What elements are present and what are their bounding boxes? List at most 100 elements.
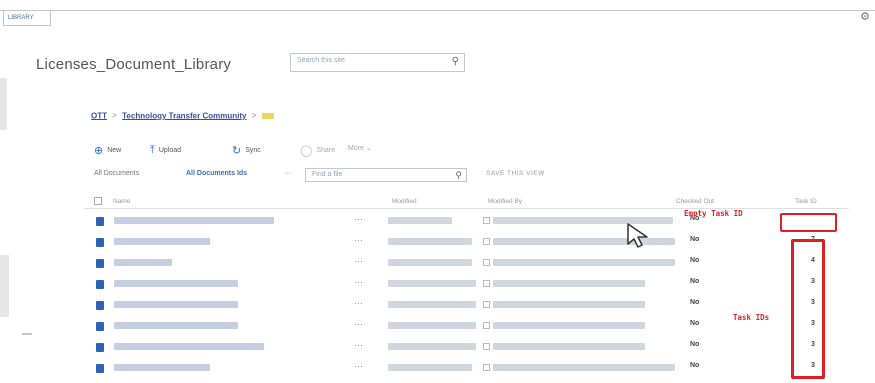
search-icon[interactable]: ⚲ xyxy=(455,170,462,181)
presence-icon xyxy=(483,280,490,287)
checked-out-value: No xyxy=(690,299,700,306)
more-views-button[interactable]: ··· xyxy=(284,170,291,177)
modified-by[interactable] xyxy=(493,280,645,287)
checked-out-value: No xyxy=(690,341,700,348)
column-header-name[interactable]: Name xyxy=(113,198,130,205)
table-row[interactable]: ··· No 3 xyxy=(84,316,844,338)
share-icon: ◯ xyxy=(300,145,313,157)
presence-icon xyxy=(483,217,490,224)
breadcrumb-current xyxy=(261,112,274,119)
ellipsis-menu[interactable]: ··· xyxy=(354,298,363,308)
find-file-input[interactable]: Find a file ⚲ xyxy=(305,168,467,182)
breadcrumb-ott[interactable]: OTT xyxy=(91,111,107,120)
file-name[interactable] xyxy=(114,217,274,224)
more-button[interactable]: More ⌄ xyxy=(348,144,372,152)
modified-by[interactable] xyxy=(493,322,645,329)
share-label: Share xyxy=(316,147,335,154)
left-panel-edge xyxy=(0,255,9,317)
upload-button[interactable]: ⤒ Upload xyxy=(150,144,181,157)
table-row[interactable]: ··· No 3 xyxy=(84,337,844,359)
modified-date xyxy=(388,322,476,329)
ellipsis-menu[interactable]: ··· xyxy=(354,277,363,287)
modified-by[interactable] xyxy=(493,259,675,266)
checked-out-value: No xyxy=(690,257,700,264)
ellipsis-menu[interactable]: ··· xyxy=(354,214,363,224)
annotation-empty-task-id: Empty Task ID xyxy=(684,209,743,218)
modified-date xyxy=(388,343,476,350)
file-name[interactable] xyxy=(114,280,238,287)
select-all-checkbox[interactable] xyxy=(94,197,102,205)
column-header-modified[interactable]: Modified xyxy=(392,198,417,205)
file-name[interactable] xyxy=(114,343,264,350)
file-name[interactable] xyxy=(114,238,210,245)
sync-icon: ↻ xyxy=(232,145,242,157)
presence-icon xyxy=(483,322,490,329)
file-name[interactable] xyxy=(114,364,210,371)
save-view-link[interactable]: SAVE THIS VIEW xyxy=(486,170,545,177)
more-label: More ⌄ xyxy=(348,145,372,152)
presence-icon xyxy=(483,259,490,266)
word-file-icon xyxy=(96,217,104,226)
settings-icon[interactable]: ⚙ xyxy=(859,11,871,23)
ellipsis-menu[interactable]: ··· xyxy=(354,361,363,371)
annotation-box-task-ids xyxy=(791,239,825,379)
ellipsis-menu[interactable]: ··· xyxy=(354,340,363,350)
site-search-input[interactable]: Search this site ⚲ xyxy=(290,53,465,72)
breadcrumb-separator: > xyxy=(251,111,257,121)
mouse-cursor-icon xyxy=(627,223,648,248)
search-icon[interactable]: ⚲ xyxy=(452,56,459,67)
sync-label: Sync xyxy=(245,147,261,154)
table-row[interactable]: ··· No 4 xyxy=(84,253,844,275)
presence-icon xyxy=(483,301,490,308)
table-row[interactable]: ··· No 3 xyxy=(84,274,844,296)
word-file-icon xyxy=(96,364,104,373)
presence-icon xyxy=(483,238,490,245)
modified-date xyxy=(388,364,472,371)
modified-date xyxy=(388,259,472,266)
table-row[interactable]: ··· No 7 xyxy=(84,232,844,254)
annotation-box-empty xyxy=(780,213,837,232)
word-file-icon xyxy=(96,259,104,268)
breadcrumb-separator: > xyxy=(112,111,117,121)
new-button[interactable]: ⊕ New xyxy=(94,144,121,157)
sync-button[interactable]: ↻ Sync xyxy=(232,144,261,157)
tab-library[interactable]: LIBRARY xyxy=(3,11,51,26)
ellipsis-menu[interactable]: ··· xyxy=(354,319,363,329)
word-file-icon xyxy=(96,343,104,352)
checked-out-value: No xyxy=(690,278,700,285)
column-header-modified-by[interactable]: Modified By xyxy=(488,198,522,205)
file-name[interactable] xyxy=(114,301,238,308)
view-all-documents-ids[interactable]: All Documents Ids xyxy=(186,170,247,177)
modified-by[interactable] xyxy=(493,343,645,350)
checked-out-value: No xyxy=(690,320,700,327)
left-panel-edge xyxy=(0,78,7,130)
modified-date xyxy=(388,280,476,287)
share-button[interactable]: ◯ Share xyxy=(300,144,335,157)
breadcrumb-community[interactable]: Technology Transfer Community xyxy=(122,111,246,120)
presence-icon xyxy=(483,364,490,371)
table-row[interactable]: ··· No 3 xyxy=(84,358,844,380)
file-name[interactable] xyxy=(114,259,172,266)
breadcrumb: OTT > Technology Transfer Community > xyxy=(91,111,274,120)
library-title: Licenses_Document_Library xyxy=(36,56,232,73)
modified-date xyxy=(388,238,472,245)
find-placeholder: Find a file xyxy=(312,171,343,178)
view-all-documents[interactable]: All Documents xyxy=(94,170,139,177)
word-file-icon xyxy=(96,280,104,289)
modified-date xyxy=(388,217,452,224)
file-name[interactable] xyxy=(114,322,238,329)
ellipsis-menu[interactable]: ··· xyxy=(354,256,363,266)
column-header-checked-out[interactable]: Checked Out xyxy=(676,198,714,205)
table-row[interactable]: ··· No 3 xyxy=(84,295,844,317)
plus-circle-icon: ⊕ xyxy=(94,145,104,157)
presence-icon xyxy=(483,343,490,350)
word-file-icon xyxy=(96,238,104,247)
word-file-icon xyxy=(96,322,104,331)
ellipsis-menu[interactable]: ··· xyxy=(354,235,363,245)
column-header-task-id[interactable]: Task ID xyxy=(795,198,817,205)
modified-date xyxy=(388,301,476,308)
annotation-task-ids: Task IDs xyxy=(733,313,770,322)
new-label: New xyxy=(107,147,122,154)
modified-by[interactable] xyxy=(493,364,675,371)
modified-by[interactable] xyxy=(493,301,645,308)
